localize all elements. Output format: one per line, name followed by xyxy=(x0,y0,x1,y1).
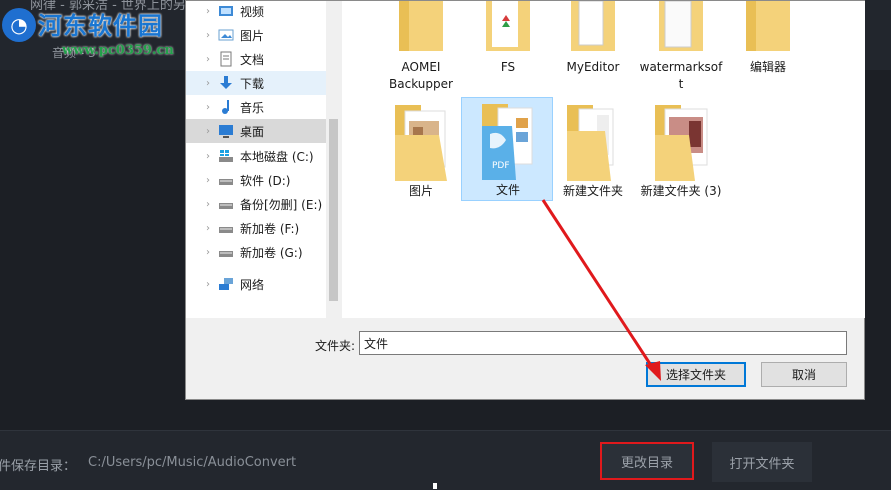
change-directory-button[interactable]: 更改目录 xyxy=(600,442,694,480)
network-icon xyxy=(218,276,234,292)
drive-icon xyxy=(218,172,234,188)
cancel-button[interactable]: 取消 xyxy=(761,362,847,387)
chevron-right-icon[interactable]: › xyxy=(200,247,216,258)
nav-item[interactable]: › 备份[勿删] (E:) xyxy=(186,192,326,216)
navigation-pane: › 视频 › 图片 › 文档 › 下载 › 音乐 › 桌面 › 本地磁盘 (C:) › 软件 (D:) › 备份[… xyxy=(186,1,341,318)
nav-item[interactable]: › 桌面 xyxy=(186,119,326,143)
folder-item[interactable]: 图片 xyxy=(375,101,467,201)
folder-icon xyxy=(399,1,443,51)
nav-item-label: 新加卷 (F:) xyxy=(240,221,300,236)
download-icon xyxy=(218,75,234,91)
pictures-folder-icon xyxy=(395,105,447,181)
nav-item-label: 图片 xyxy=(240,28,265,43)
folder-icon xyxy=(746,1,790,51)
music-icon xyxy=(218,99,234,115)
nav-item[interactable]: › 软件 (D:) xyxy=(186,168,326,192)
pictures-icon xyxy=(218,27,234,43)
nav-item-label: 本地磁盘 (C:) xyxy=(240,149,314,164)
nav-item[interactable]: › 网络 xyxy=(186,272,326,296)
pdf-folder-icon: PDF xyxy=(482,104,533,180)
folder-name-input[interactable] xyxy=(359,331,847,355)
watermark-logo-icon: ◔ xyxy=(2,8,36,42)
drive-icon xyxy=(218,196,234,212)
folder-item[interactable]: watermarksof t xyxy=(635,1,727,93)
folder-field-label: 文件夹: xyxy=(315,339,356,353)
folder-label: watermarksof xyxy=(639,60,723,74)
video-icon xyxy=(218,3,234,19)
folder-item[interactable]: AOMEI Backupper xyxy=(375,1,467,93)
chevron-right-icon[interactable]: › xyxy=(200,6,216,17)
nav-item[interactable]: › 新加卷 (F:) xyxy=(186,216,326,240)
nav-item-label: 音乐 xyxy=(240,100,265,115)
nav-item-label: 软件 (D:) xyxy=(240,173,291,188)
select-folder-button[interactable]: 选择文件夹 xyxy=(646,362,746,387)
watermark-url: www.pc0359.cn xyxy=(62,43,174,58)
nav-item-label: 文档 xyxy=(240,52,265,67)
folder-icon xyxy=(571,1,615,51)
nav-item[interactable]: › 图片 xyxy=(186,23,326,47)
folder-icon xyxy=(659,1,703,51)
windows-drive-icon xyxy=(218,148,234,164)
folder-label: 编辑器 xyxy=(749,60,786,74)
folder-label-line2: t xyxy=(678,77,684,91)
chevron-right-icon[interactable]: › xyxy=(200,78,216,89)
folder-icon xyxy=(655,105,708,181)
folder-icon xyxy=(567,105,614,181)
folder-label-line2: Backupper xyxy=(389,77,453,91)
nav-item[interactable]: › 本地磁盘 (C:) xyxy=(186,144,326,168)
folder-label: MyEditor xyxy=(566,60,620,74)
folder-item[interactable]: 新建文件夹 (3) xyxy=(635,101,727,201)
nav-item-label: 桌面 xyxy=(240,124,265,139)
documents-icon xyxy=(218,51,234,67)
chevron-right-icon[interactable]: › xyxy=(200,102,216,113)
chevron-right-icon[interactable]: › xyxy=(200,126,216,137)
select-folder-dialog: › 视频 › 图片 › 文档 › 下载 › 音乐 › 桌面 › 本地磁盘 (C:) › 软件 (D:) › 备份[… xyxy=(185,0,865,400)
folder-label: AOMEI xyxy=(401,60,441,74)
nav-item[interactable]: › 音乐 xyxy=(186,95,326,119)
watermark-title: 河东软件园 xyxy=(38,11,163,40)
nav-scrollbar[interactable] xyxy=(326,1,341,318)
nav-item-label: 网络 xyxy=(240,277,265,292)
folder-icon xyxy=(486,1,530,51)
drive-icon xyxy=(218,220,234,236)
chevron-right-icon[interactable]: › xyxy=(200,30,216,41)
chevron-right-icon[interactable]: › xyxy=(200,175,216,186)
save-dir-path: C:/Users/pc/Music/AudioConvert xyxy=(88,455,297,470)
desktop-icon xyxy=(218,123,234,139)
chevron-right-icon[interactable]: › xyxy=(200,223,216,234)
nav-item[interactable]: › 新加卷 (G:) xyxy=(186,240,326,264)
nav-item-label: 新加卷 (G:) xyxy=(240,245,303,260)
nav-item[interactable]: › 下载 xyxy=(186,71,326,95)
folder-item[interactable]: 编辑器 xyxy=(722,1,814,93)
nav-item-label: 下载 xyxy=(240,76,265,91)
folder-item[interactable]: FS xyxy=(462,1,554,93)
chevron-right-icon[interactable]: › xyxy=(200,151,216,162)
chevron-right-icon[interactable]: › xyxy=(200,54,216,65)
nav-item[interactable]: › 文档 xyxy=(186,47,326,71)
folder-label: 新建文件夹 (3) xyxy=(640,184,722,198)
folder-label: FS xyxy=(500,60,516,74)
save-dir-label: 件保存目录： xyxy=(0,459,77,474)
nav-scrollbar-thumb[interactable] xyxy=(329,119,338,301)
chevron-right-icon[interactable]: › xyxy=(200,199,216,210)
nav-item-label: 视频 xyxy=(240,4,265,19)
text-cursor xyxy=(433,483,437,489)
folder-item[interactable]: 新建文件夹 xyxy=(547,101,639,201)
nav-item[interactable]: › 视频 xyxy=(186,0,326,23)
folder-view: AOMEI Backupper FS MyEditor watermarksof… xyxy=(342,1,865,318)
folder-label: 新建文件夹 xyxy=(562,184,623,198)
folder-item-selected[interactable]: PDF 文件 xyxy=(461,97,553,201)
nav-item-label: 备份[勿删] (E:) xyxy=(240,197,323,212)
folder-item[interactable]: MyEditor xyxy=(547,1,639,93)
chevron-right-icon[interactable]: › xyxy=(200,279,216,290)
folder-label: 文件 xyxy=(495,183,520,197)
folder-label: 图片 xyxy=(408,184,433,198)
svg-text:PDF: PDF xyxy=(492,161,510,171)
open-folder-button[interactable]: 打开文件夹 xyxy=(712,442,812,482)
drive-icon xyxy=(218,244,234,260)
